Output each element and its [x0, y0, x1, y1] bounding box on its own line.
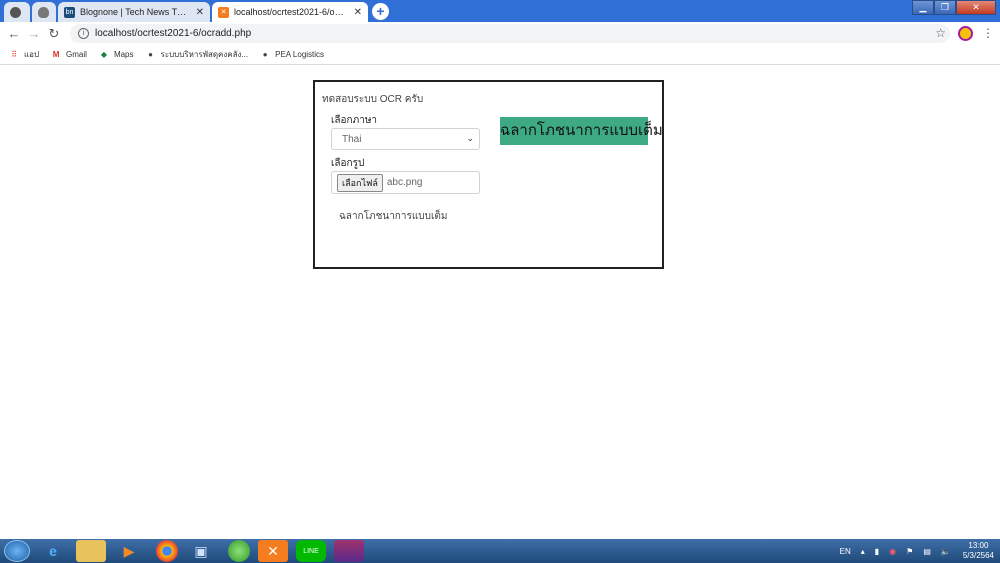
bookmark-label: Maps	[113, 50, 134, 59]
language-select-value: Thai	[342, 133, 362, 145]
flag-icon[interactable]: ⚑	[906, 547, 913, 556]
line-icon[interactable]: LINE	[296, 540, 326, 562]
tab-globe[interactable]	[4, 2, 30, 22]
globe-icon: ●	[148, 50, 153, 59]
reload-icon[interactable]: ↻	[44, 24, 64, 44]
clock-date: 5/3/2564	[962, 551, 994, 560]
file-input[interactable]: เลือกไฟล์ abc.png	[331, 171, 480, 194]
bookmark-label: Gmail	[66, 50, 87, 59]
tab-apple[interactable]	[32, 2, 56, 22]
page-title: ทดสอบระบบ OCR ครับ	[322, 94, 424, 105]
maximize-button[interactable]: ❐	[934, 0, 956, 15]
file-explorer-icon[interactable]	[76, 540, 106, 562]
result-badge: ฉลากโภชนาการแบบเต็ม	[500, 117, 663, 145]
bookmark-label: ระบบบริหารพัสดุคงคลัง...	[160, 50, 249, 59]
internet-explorer-icon[interactable]: e	[38, 540, 68, 562]
tray-expand-icon[interactable]: ▴	[861, 547, 865, 556]
clock[interactable]: 13:00 5/3/2564	[963, 541, 994, 561]
choose-file-button[interactable]: เลือกไฟล์	[337, 173, 383, 192]
xampp-icon: ✕	[218, 6, 229, 18]
windows-taskbar: e ▶ ▣ ✕ LINE EN ▴ ▮ ◉ ⚑ ▤ 🔈 13:00 5/3/25…	[0, 539, 1000, 563]
bookmark-apps[interactable]: ⠿ แอป	[9, 48, 39, 61]
ocr-result-text: ฉลากโภชนาการแบบเต็ม	[339, 211, 448, 222]
forward-arrow-icon[interactable]: →	[24, 24, 44, 44]
tab-ocradd[interactable]: ✕ localhost/ocrtest2021-6/ocradd.p ✕	[212, 2, 368, 22]
clock-time: 13:00	[968, 541, 989, 550]
media-player-icon[interactable]: ▶	[114, 540, 144, 562]
apple-icon	[38, 6, 49, 18]
minimize-button[interactable]: ▁	[912, 0, 934, 15]
menu-dots-icon[interactable]: ⋮	[982, 26, 994, 40]
bookmark-gmail[interactable]: M Gmail	[51, 50, 87, 60]
bookmark-star-icon[interactable]: ☆	[935, 26, 946, 40]
close-icon[interactable]: ✕	[196, 7, 204, 18]
maps-icon: ◆	[100, 50, 108, 59]
close-icon[interactable]: ✕	[354, 7, 362, 18]
bookmark-label: แอป	[24, 50, 40, 59]
network-icon[interactable]: ▤	[923, 547, 931, 556]
language-select[interactable]: Thai ⌄	[331, 128, 480, 150]
new-tab-button[interactable]: +	[372, 3, 389, 20]
tab-label: localhost/ocrtest2021-6/ocradd.p	[234, 7, 348, 17]
language-label: เลือกภาษา	[331, 115, 378, 126]
battery-icon[interactable]: ▮	[875, 547, 879, 556]
back-arrow-icon[interactable]: ←	[4, 24, 24, 44]
security-icon[interactable]: ◉	[889, 547, 896, 556]
bookmark-maps[interactable]: ◆ Maps	[99, 50, 134, 60]
gmail-icon: M	[52, 50, 60, 59]
xampp-taskbar-icon[interactable]: ✕	[258, 540, 288, 562]
language-indicator[interactable]: EN	[840, 547, 851, 556]
file-name: abc.png	[386, 177, 423, 188]
window-close-button[interactable]: ✕	[956, 0, 996, 15]
globe-icon	[10, 6, 21, 18]
winrar-icon[interactable]	[334, 540, 364, 562]
ocr-form-card: ทดสอบระบบ OCR ครับ เลือกภาษา Thai ⌄ เลือ…	[313, 80, 664, 269]
info-icon[interactable]: i	[78, 28, 89, 39]
volume-icon[interactable]: 🔈	[941, 547, 951, 556]
system-tray: EN ▴ ▮ ◉ ⚑ ▤ 🔈 13:00 5/3/2564	[830, 539, 994, 563]
bookmarks-bar: ⠿ แอป M Gmail ◆ Maps ● ระบบบริหารพัสดุคง…	[0, 45, 1000, 65]
bookmark-label: PEA Logistics	[275, 50, 325, 59]
blognone-icon: bn	[64, 6, 75, 18]
tab-label: Blognone | Tech News That's Wo	[80, 7, 190, 17]
address-text[interactable]: localhost/ocrtest2021-6/ocradd.php	[95, 28, 251, 39]
bookmark-inventory[interactable]: ● ระบบบริหารพัสดุคงคลัง...	[146, 48, 249, 61]
tab-blognone[interactable]: bn Blognone | Tech News That's Wo ✕	[58, 2, 210, 22]
remote-desktop-icon[interactable]: ▣	[186, 540, 216, 562]
chevron-down-icon: ⌄	[466, 133, 474, 143]
browser-toolbar: ← → ↻ i localhost/ocrtest2021-6/ocradd.p…	[0, 22, 1000, 45]
bookmark-pea-logistics[interactable]: ● PEA Logistics	[260, 50, 324, 60]
start-button[interactable]	[4, 540, 30, 562]
green-orb-icon[interactable]	[228, 540, 250, 562]
chrome-icon[interactable]	[156, 540, 178, 562]
tab-strip: bn Blognone | Tech News That's Wo ✕ ✕ lo…	[0, 0, 1000, 22]
window-controls: ▁ ❐ ✕	[912, 0, 996, 16]
image-label: เลือกรูป	[331, 158, 365, 169]
globe-icon: ●	[262, 50, 268, 59]
profile-avatar[interactable]	[958, 26, 973, 41]
address-bar[interactable]: i localhost/ocrtest2021-6/ocradd.php ☆	[70, 24, 950, 43]
apps-grid-icon: ⠿	[11, 50, 17, 59]
